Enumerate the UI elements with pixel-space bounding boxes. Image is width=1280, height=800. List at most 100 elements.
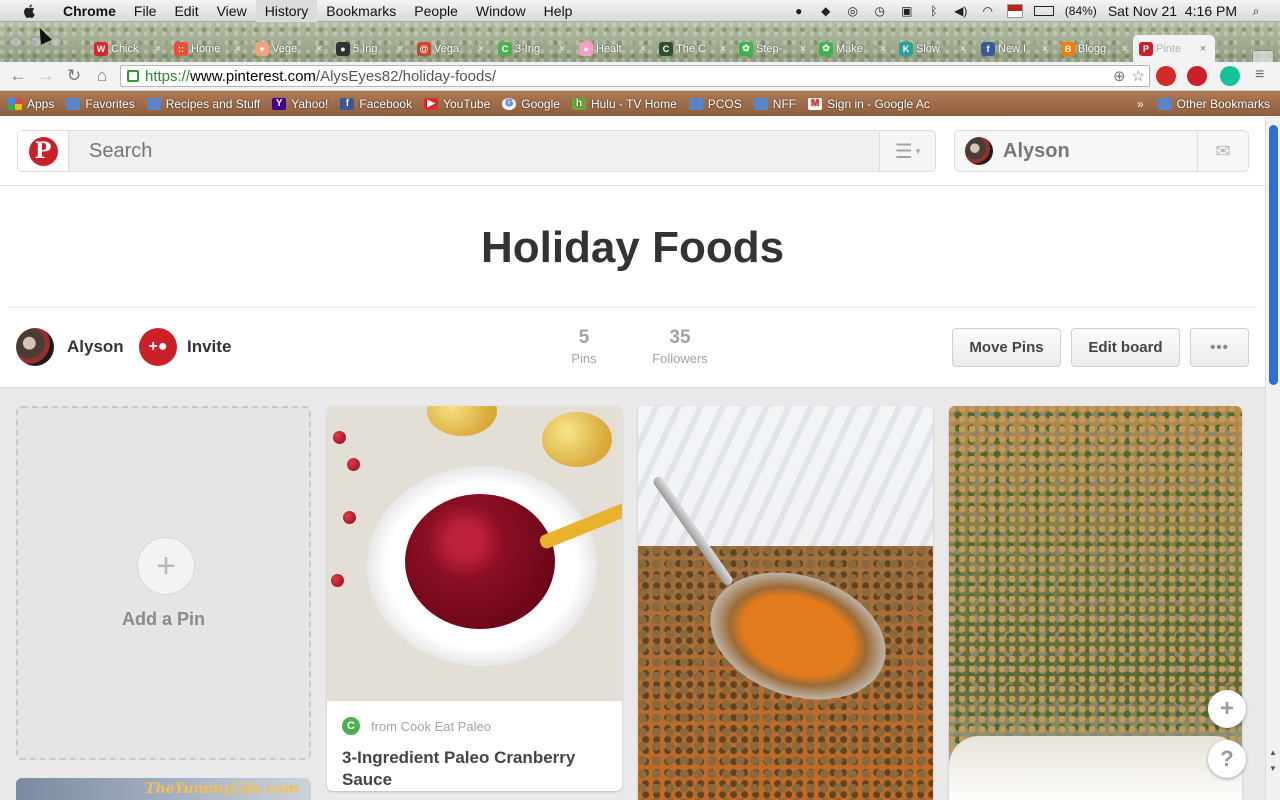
page-scrollbar[interactable]: ▲ ▼ — [1265, 117, 1280, 800]
tab-close-icon[interactable]: × — [313, 43, 325, 55]
dropbox-icon[interactable]: ◆ — [818, 4, 834, 18]
pin-card[interactable] — [638, 406, 933, 800]
search-input[interactable] — [89, 139, 879, 163]
bookmark-3[interactable]: Recipes and Stuff — [146, 97, 260, 111]
reload-button[interactable]: ↻ — [60, 66, 88, 86]
menu-help[interactable]: Help — [535, 0, 582, 22]
bookmarks-overflow-button[interactable]: » — [1137, 97, 1144, 111]
us-flag-icon[interactable] — [1006, 4, 1023, 18]
tab-8[interactable]: C The C × — [653, 35, 735, 62]
add-pin-card[interactable]: + Add a Pin — [16, 406, 311, 760]
bookmark-11[interactable]: M Sign in - Google Ac — [808, 97, 930, 111]
time-machine-icon[interactable]: ◷ — [872, 4, 888, 18]
scroll-up-icon[interactable]: ▲ — [1269, 748, 1277, 757]
bookmark-7[interactable]: G Google — [502, 97, 560, 111]
tab-close-icon[interactable]: × — [717, 43, 729, 55]
bookmark-10[interactable]: NFF — [753, 97, 796, 111]
pin-description[interactable]: 3-Ingredient Paleo Cranberry Sauce — [327, 735, 622, 791]
menu-people[interactable]: People — [405, 0, 467, 22]
menu-window[interactable]: Window — [467, 0, 535, 22]
wifi-icon[interactable]: ◠ — [980, 4, 996, 18]
pinterest-extension-icon[interactable] — [1187, 66, 1207, 86]
home-button[interactable]: ⌂ — [88, 66, 116, 86]
chrome-menu-icon[interactable]: ≡ — [1255, 66, 1264, 84]
apple-menu-icon[interactable] — [20, 3, 40, 19]
address-bar[interactable]: https://www.pinterest.com/AlysEyes82/hol… — [120, 65, 1150, 87]
help-button[interactable]: ? — [1208, 740, 1246, 778]
bluetooth-icon[interactable]: ᛒ — [926, 4, 942, 18]
tab-close-icon[interactable]: × — [797, 43, 809, 55]
tab-close-icon[interactable]: × — [152, 43, 164, 55]
pinterest-logo[interactable]: P — [17, 130, 69, 172]
lock-icon[interactable] — [127, 70, 139, 82]
bookmark-1[interactable]: Apps — [8, 97, 54, 111]
tab-close-icon[interactable]: × — [394, 43, 406, 55]
board-owner[interactable]: Alyson — [16, 328, 124, 366]
move-pins-button[interactable]: Move Pins — [952, 328, 1061, 367]
pin-card-image[interactable]: TheYummyLife.com — [16, 778, 311, 800]
back-button[interactable]: ← — [4, 66, 32, 86]
menu-file[interactable]: File — [125, 0, 166, 22]
bookmark-2[interactable]: Favorites — [66, 97, 135, 111]
followers-count[interactable]: 35 Followers — [648, 327, 712, 366]
volume-icon[interactable]: ◀) — [953, 4, 969, 18]
other-bookmarks[interactable]: Other Bookmarks — [1157, 97, 1270, 111]
edit-board-button[interactable]: Edit board — [1071, 328, 1180, 367]
invite-button[interactable]: +● Invite — [139, 328, 231, 366]
scroll-down-icon[interactable]: ▼ — [1269, 764, 1277, 773]
menu-app-chrome[interactable]: Chrome — [54, 0, 125, 22]
pin-image[interactable] — [327, 406, 622, 701]
tab-2[interactable]: :: Home × — [168, 35, 250, 62]
battery-icon[interactable] — [1033, 6, 1054, 16]
bookmark-6[interactable]: ▶ YouTube — [424, 97, 490, 111]
tab-close-icon[interactable]: × — [1039, 43, 1051, 55]
zoom-window-button[interactable] — [50, 36, 62, 48]
scrollbar-thumb[interactable] — [1269, 125, 1278, 385]
tab-close-icon[interactable]: × — [637, 43, 649, 55]
categories-menu-button[interactable]: ☰ ▾ — [879, 130, 936, 172]
tab-5[interactable]: @ Vega × — [411, 35, 493, 62]
tab-close-icon[interactable]: × — [232, 43, 244, 55]
tab-11[interactable]: K Slow × — [893, 35, 975, 62]
forward-button[interactable]: → — [32, 66, 60, 86]
menu-bookmarks[interactable]: Bookmarks — [317, 0, 405, 22]
tab-9[interactable]: ✿ Step- × — [733, 35, 815, 62]
menu-view[interactable]: View — [208, 0, 256, 22]
tab-close-icon[interactable]: × — [1119, 43, 1131, 55]
tab-3[interactable]: ♥ Vege × — [249, 35, 331, 62]
clock[interactable]: Sat Nov 21 4:16 PM — [1108, 3, 1237, 19]
adblock-extension-icon[interactable] — [1156, 66, 1176, 86]
profile-menu-button[interactable]: Alyson — [954, 130, 1198, 172]
tab-1[interactable]: W Chick × — [88, 35, 170, 62]
tab-close-icon[interactable]: × — [877, 43, 889, 55]
pin-image[interactable] — [638, 406, 933, 800]
tab-13[interactable]: B Blogg × — [1055, 35, 1137, 62]
tab-4[interactable]: ● 5 Ing × — [330, 35, 412, 62]
search-box[interactable] — [68, 130, 880, 172]
tab-close-icon[interactable]: × — [957, 43, 969, 55]
pin-source[interactable]: C from Cook Eat Paleo — [327, 701, 622, 735]
grammarly-extension-icon[interactable] — [1220, 66, 1240, 86]
more-options-button[interactable]: ••• — [1190, 328, 1249, 367]
tab-10[interactable]: ✿ Make × — [813, 35, 895, 62]
tab-14[interactable]: P Pinte × — [1133, 35, 1215, 62]
bookmark-5[interactable]: f Facebook — [340, 97, 412, 111]
pin-card[interactable]: C from Cook Eat Paleo 3-Ingredient Paleo… — [327, 406, 622, 791]
tab-close-icon[interactable]: × — [556, 43, 568, 55]
menu-edit[interactable]: Edit — [165, 0, 207, 22]
pin-image[interactable] — [949, 406, 1242, 800]
bookmark-9[interactable]: PCOS — [688, 97, 742, 111]
tab-7[interactable]: ● Healt × — [573, 35, 655, 62]
pin-status-icon[interactable]: ● — [791, 4, 807, 18]
notifications-button[interactable]: ✉ — [1197, 130, 1249, 172]
bookmark-4[interactable]: Y Yahoo! — [272, 97, 328, 111]
bookmark-8[interactable]: h Hulu - TV Home — [571, 97, 677, 111]
tab-close-icon[interactable]: × — [1197, 43, 1209, 55]
pins-count[interactable]: 5 Pins — [567, 327, 601, 366]
display-icon[interactable]: ▣ — [899, 4, 915, 18]
menu-history[interactable]: History — [255, 0, 318, 22]
spotlight-icon[interactable]: ⌕ — [1248, 4, 1264, 18]
tab-close-icon[interactable]: × — [475, 43, 487, 55]
add-pin-fab[interactable]: + — [1208, 690, 1246, 728]
sync-status-icon[interactable]: ◎ — [845, 4, 861, 18]
